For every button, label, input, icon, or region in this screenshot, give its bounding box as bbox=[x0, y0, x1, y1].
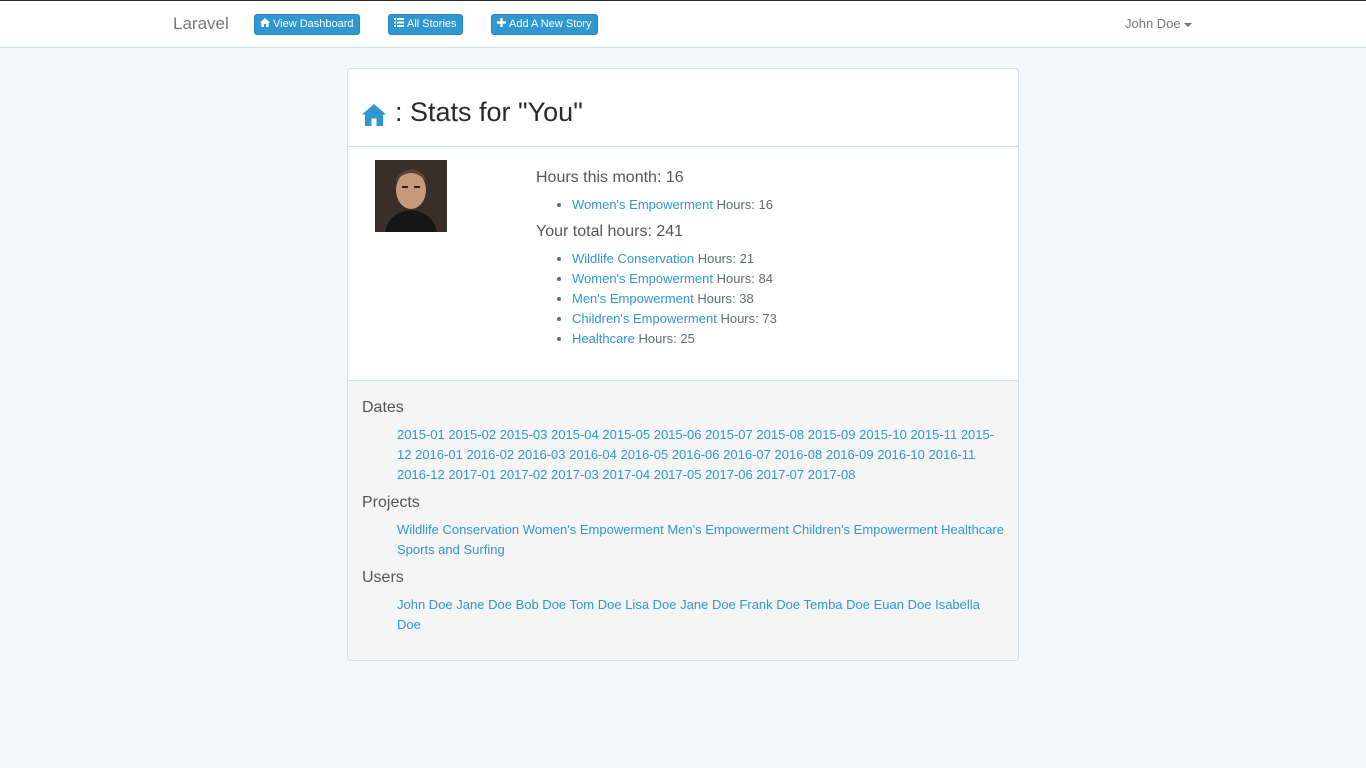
hours-value: Hours: 84 bbox=[716, 271, 773, 286]
add-story-label: Add A New Story bbox=[509, 18, 592, 30]
date-link[interactable]: 2017-06 bbox=[705, 467, 753, 482]
project-link[interactable]: Women's Empowerment bbox=[523, 522, 664, 537]
plus-icon bbox=[497, 15, 506, 34]
top-navbar: Laravel View Dashboard All Stories Add A… bbox=[0, 0, 1366, 48]
project-link[interactable]: Children's Empowerment bbox=[572, 311, 717, 326]
date-link[interactable]: 2016-01 bbox=[415, 447, 463, 462]
add-story-button[interactable]: Add A New Story bbox=[491, 14, 598, 35]
user-link[interactable]: Lisa Doe bbox=[625, 597, 676, 612]
project-link[interactable]: Children's Empowerment bbox=[793, 522, 938, 537]
panel-footer: Dates 2015-01 2015-02 2015-03 2015-04 20… bbox=[348, 380, 1018, 660]
date-link[interactable]: 2015-07 bbox=[705, 427, 753, 442]
hours-value: Hours: 25 bbox=[638, 331, 695, 346]
project-link[interactable]: Wildlife Conservation bbox=[572, 251, 694, 266]
list-item: Women's Empowerment Hours: 16 bbox=[572, 195, 996, 215]
users-heading: Users bbox=[362, 569, 404, 586]
list-item: Men's Empowerment Hours: 38 bbox=[572, 289, 996, 309]
user-link[interactable]: Frank Doe bbox=[739, 597, 800, 612]
date-link[interactable]: 2015-08 bbox=[756, 427, 804, 442]
hours-value: Hours: 38 bbox=[697, 291, 754, 306]
hours-value: Hours: 16 bbox=[716, 197, 773, 212]
date-link[interactable]: 2015-06 bbox=[654, 427, 702, 442]
total-hours-heading: Your total hours: 241 bbox=[536, 223, 684, 240]
user-link[interactable]: Temba Doe bbox=[804, 597, 870, 612]
home-icon bbox=[260, 15, 270, 34]
list-item: Wildlife Conservation Hours: 21 bbox=[572, 249, 996, 269]
date-link[interactable]: 2016-07 bbox=[723, 447, 771, 462]
page-title-text: : Stats for "You" bbox=[395, 97, 583, 127]
view-dashboard-label: View Dashboard bbox=[273, 18, 354, 30]
projects-heading: Projects bbox=[362, 494, 420, 511]
list-item: Children's Empowerment Hours: 73 bbox=[572, 309, 996, 329]
date-link[interactable]: 2016-08 bbox=[775, 447, 823, 462]
date-link[interactable]: 2015-02 bbox=[448, 427, 496, 442]
date-link[interactable]: 2015-10 bbox=[859, 427, 907, 442]
project-link[interactable]: Healthcare bbox=[572, 331, 635, 346]
user-link[interactable]: Tom Doe bbox=[570, 597, 622, 612]
project-link[interactable]: Wildlife Conservation bbox=[397, 522, 519, 537]
all-stories-label: All Stories bbox=[407, 18, 457, 30]
all-stories-button[interactable]: All Stories bbox=[388, 14, 463, 35]
month-hours-list: Women's Empowerment Hours: 16 bbox=[536, 195, 996, 215]
caret-down-icon bbox=[1183, 22, 1192, 27]
stats-panel: : Stats for "You" Hours this month: 16 W… bbox=[347, 68, 1019, 661]
stats-body: Hours this month: 16 Women's Empowerment… bbox=[348, 147, 1018, 380]
list-item: Women's Empowerment Hours: 84 bbox=[572, 269, 996, 289]
date-link[interactable]: 2016-04 bbox=[569, 447, 617, 462]
date-link[interactable]: 2015-09 bbox=[808, 427, 856, 442]
date-link[interactable]: 2016-10 bbox=[877, 447, 925, 462]
avatar bbox=[375, 160, 447, 232]
date-link[interactable]: 2017-03 bbox=[551, 467, 599, 482]
project-link[interactable]: Men's Empowerment bbox=[572, 291, 694, 306]
date-link[interactable]: 2015-11 bbox=[910, 427, 957, 442]
date-link[interactable]: 2016-09 bbox=[826, 447, 874, 462]
date-link[interactable]: 2017-07 bbox=[756, 467, 804, 482]
date-link[interactable]: 2016-06 bbox=[672, 447, 720, 462]
project-link[interactable]: Healthcare bbox=[941, 522, 1004, 537]
date-link[interactable]: 2015-05 bbox=[602, 427, 650, 442]
date-link[interactable]: 2017-01 bbox=[448, 467, 496, 482]
projects-list: Wildlife Conservation Women's Empowermen… bbox=[362, 520, 1004, 560]
dates-heading: Dates bbox=[362, 399, 404, 416]
project-link[interactable]: Women's Empowerment bbox=[572, 197, 713, 212]
home-icon[interactable] bbox=[362, 102, 386, 126]
date-link[interactable]: 2015-03 bbox=[500, 427, 548, 442]
user-link[interactable]: Bob Doe bbox=[516, 597, 567, 612]
list-item: Healthcare Hours: 25 bbox=[572, 329, 996, 349]
project-link[interactable]: Sports and Surfing bbox=[397, 542, 505, 557]
date-link[interactable]: 2017-02 bbox=[500, 467, 548, 482]
date-link[interactable]: 2015-01 bbox=[397, 427, 445, 442]
user-link[interactable]: Jane Doe bbox=[456, 597, 512, 612]
date-link[interactable]: 2016-02 bbox=[466, 447, 514, 462]
user-name: John Doe bbox=[1125, 16, 1181, 31]
brand-logo[interactable]: Laravel bbox=[173, 14, 229, 34]
view-dashboard-button[interactable]: View Dashboard bbox=[254, 14, 360, 35]
users-list: John Doe Jane Doe Bob Doe Tom Doe Lisa D… bbox=[362, 595, 1004, 635]
month-hours-heading: Hours this month: 16 bbox=[536, 169, 684, 186]
date-link[interactable]: 2016-03 bbox=[518, 447, 566, 462]
project-link[interactable]: Men's Empowerment bbox=[667, 522, 789, 537]
hours-value: Hours: 21 bbox=[697, 251, 755, 266]
user-dropdown[interactable]: John Doe bbox=[1125, 16, 1192, 31]
user-link[interactable]: Jane Doe bbox=[680, 597, 736, 612]
total-hours-list: Wildlife Conservation Hours: 21 Women's … bbox=[536, 249, 996, 349]
date-link[interactable]: 2016-05 bbox=[620, 447, 668, 462]
date-link[interactable]: 2016-11 bbox=[929, 447, 976, 462]
date-link[interactable]: 2016-12 bbox=[397, 467, 445, 482]
date-link[interactable]: 2015-04 bbox=[551, 427, 599, 442]
date-link[interactable]: 2017-08 bbox=[808, 467, 856, 482]
page-title: : Stats for "You" bbox=[362, 97, 1004, 128]
stats-column: Hours this month: 16 Women's Empowerment… bbox=[536, 169, 996, 357]
date-link[interactable]: 2017-05 bbox=[654, 467, 702, 482]
panel-heading: : Stats for "You" bbox=[348, 69, 1018, 147]
dates-list: 2015-01 2015-02 2015-03 2015-04 2015-05 … bbox=[362, 425, 1004, 485]
date-link[interactable]: 2017-04 bbox=[602, 467, 650, 482]
user-link[interactable]: Euan Doe bbox=[874, 597, 932, 612]
project-link[interactable]: Women's Empowerment bbox=[572, 271, 713, 286]
hours-value: Hours: 73 bbox=[720, 311, 777, 326]
user-link[interactable]: John Doe bbox=[397, 597, 453, 612]
list-icon bbox=[394, 15, 404, 34]
